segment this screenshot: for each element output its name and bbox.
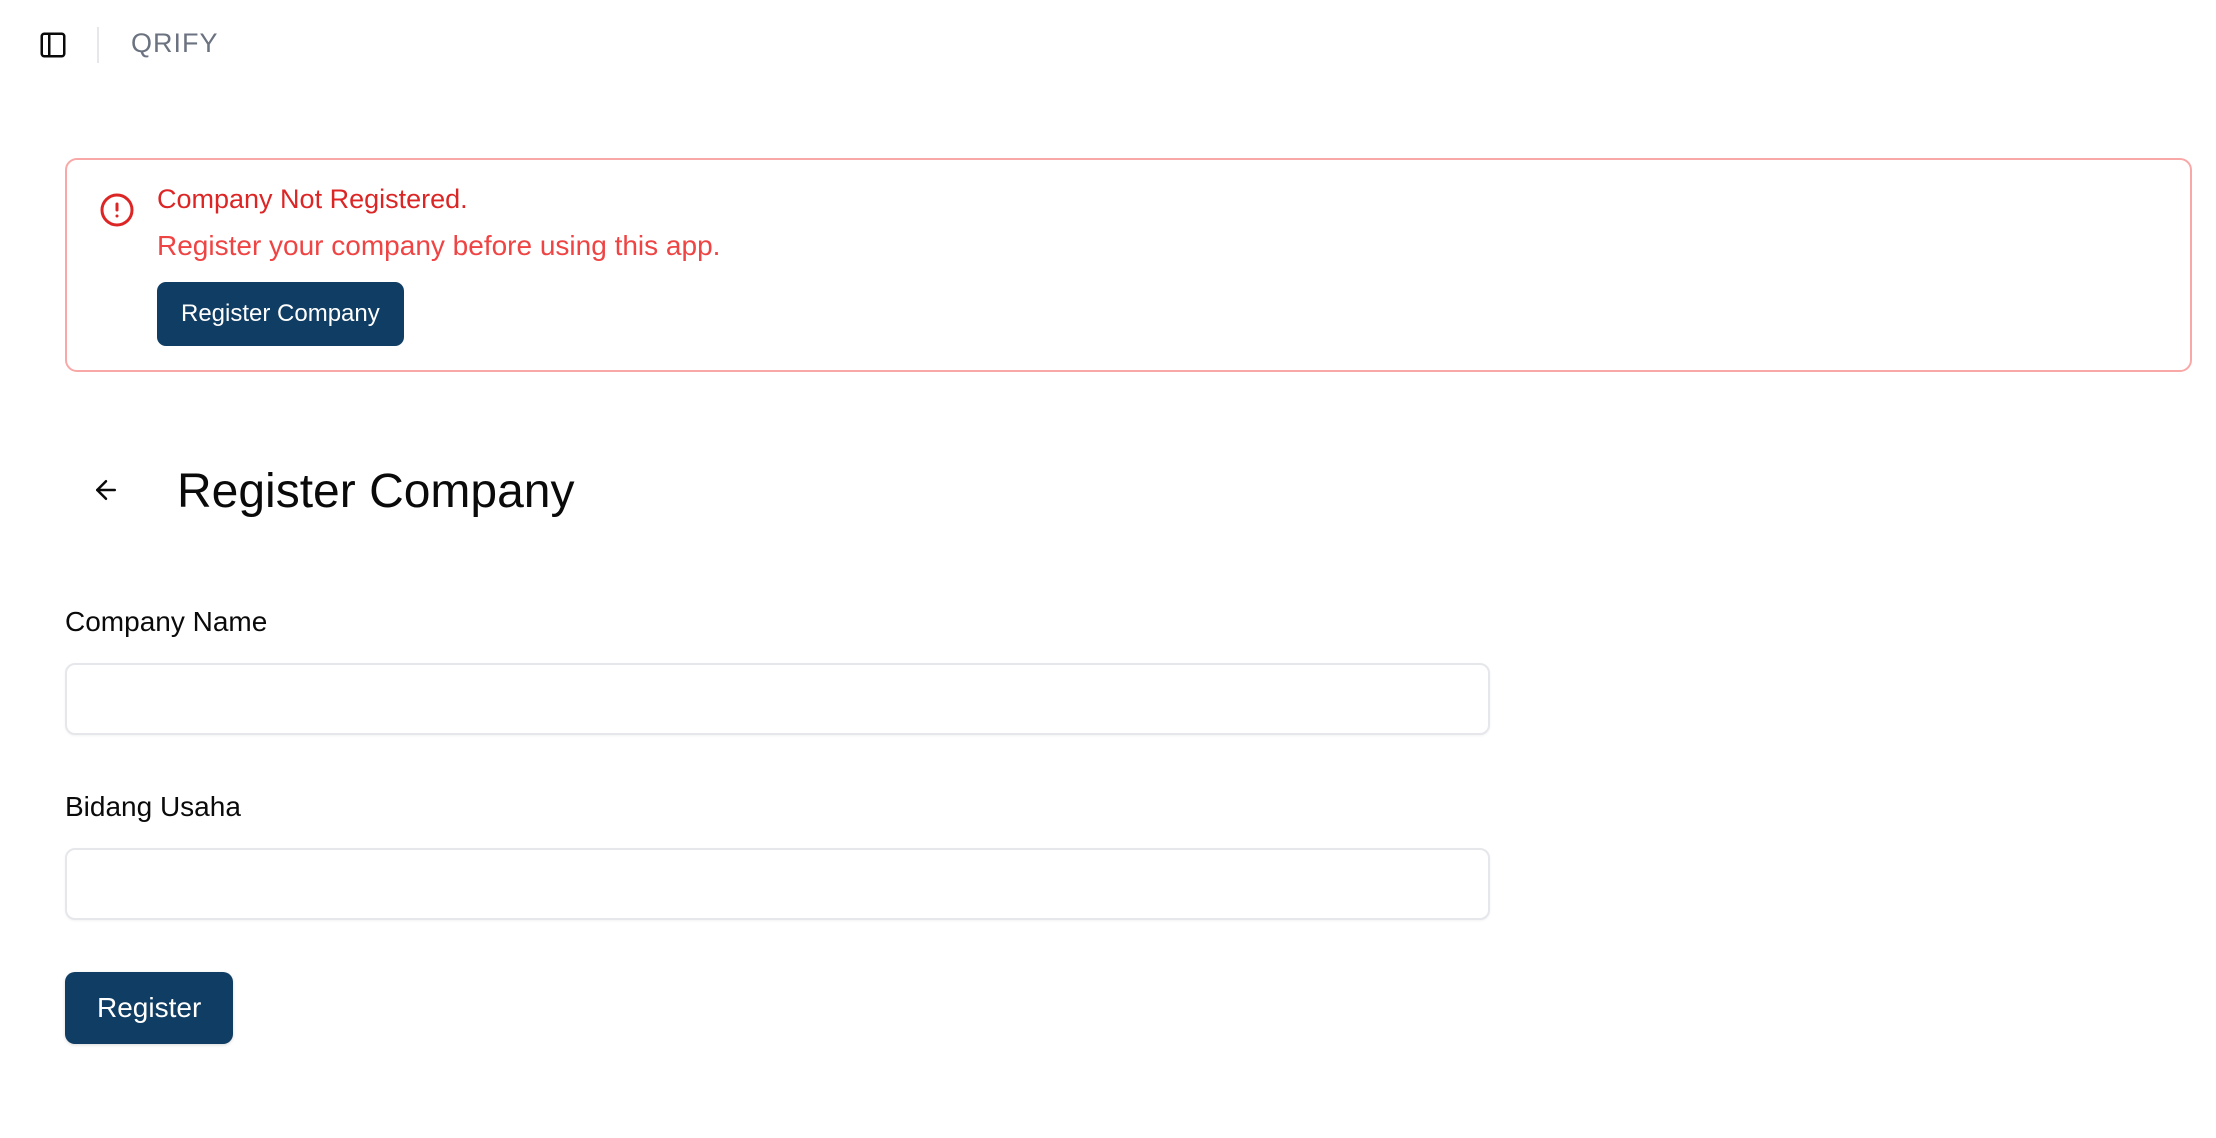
topbar-divider xyxy=(97,27,99,63)
sidebar-toggle-button[interactable] xyxy=(34,26,72,64)
page-title: Register Company xyxy=(177,465,575,518)
register-company-button[interactable]: Register Company xyxy=(157,282,404,346)
alert-circle-icon xyxy=(100,193,134,227)
alert-title: Company Not Registered. xyxy=(157,184,468,214)
top-bar: QRIFY xyxy=(0,0,2216,90)
back-button[interactable] xyxy=(84,468,128,512)
app-title: QRIFY xyxy=(131,28,219,58)
sidebar-panel-icon xyxy=(40,32,66,58)
company-name-input[interactable] xyxy=(65,663,1490,735)
bidang-usaha-label: Bidang Usaha xyxy=(65,791,241,822)
page: QRIFY Company Not Registered. Register y… xyxy=(0,0,2216,1138)
alert-description: Register your company before using this … xyxy=(157,230,721,261)
arrow-left-icon xyxy=(96,480,116,500)
company-name-label: Company Name xyxy=(65,606,268,637)
company-not-registered-alert: Company Not Registered. Register your co… xyxy=(65,158,2192,372)
register-submit-button[interactable]: Register xyxy=(65,972,234,1044)
bidang-usaha-input[interactable] xyxy=(65,848,1490,920)
